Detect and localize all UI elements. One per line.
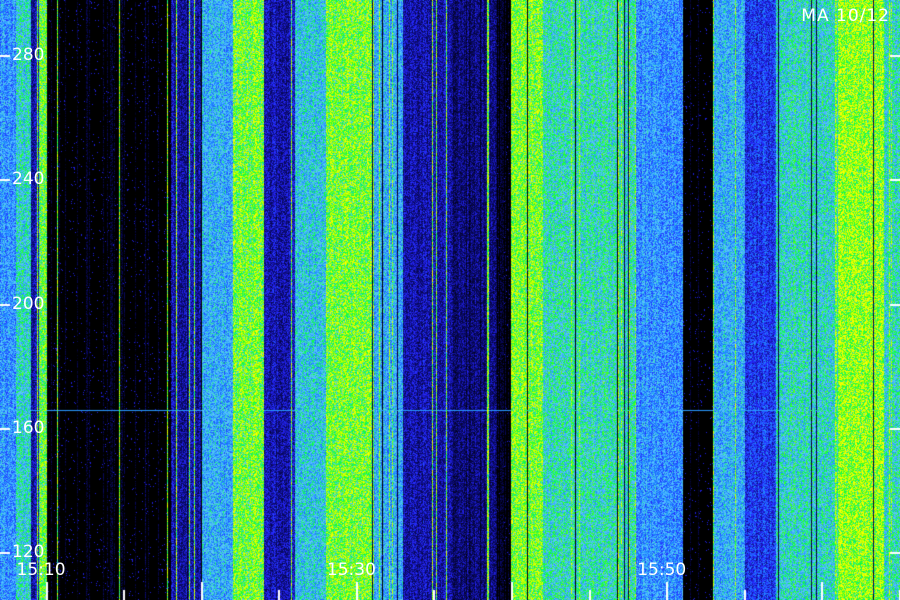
y-tick-label: 200: [12, 294, 45, 314]
x-tick-label: 15:50: [637, 560, 687, 580]
corner-label: MA 10/12: [801, 6, 890, 26]
y-tick-label: 120: [12, 542, 45, 562]
spectrogram-heatmap: [0, 0, 900, 600]
y-tick-label: 160: [12, 418, 45, 438]
x-tick-label: 15:10: [16, 560, 66, 580]
y-tick-label: 280: [12, 45, 45, 65]
y-tick-label: 240: [12, 169, 45, 189]
x-tick-label: 15:30: [326, 560, 376, 580]
